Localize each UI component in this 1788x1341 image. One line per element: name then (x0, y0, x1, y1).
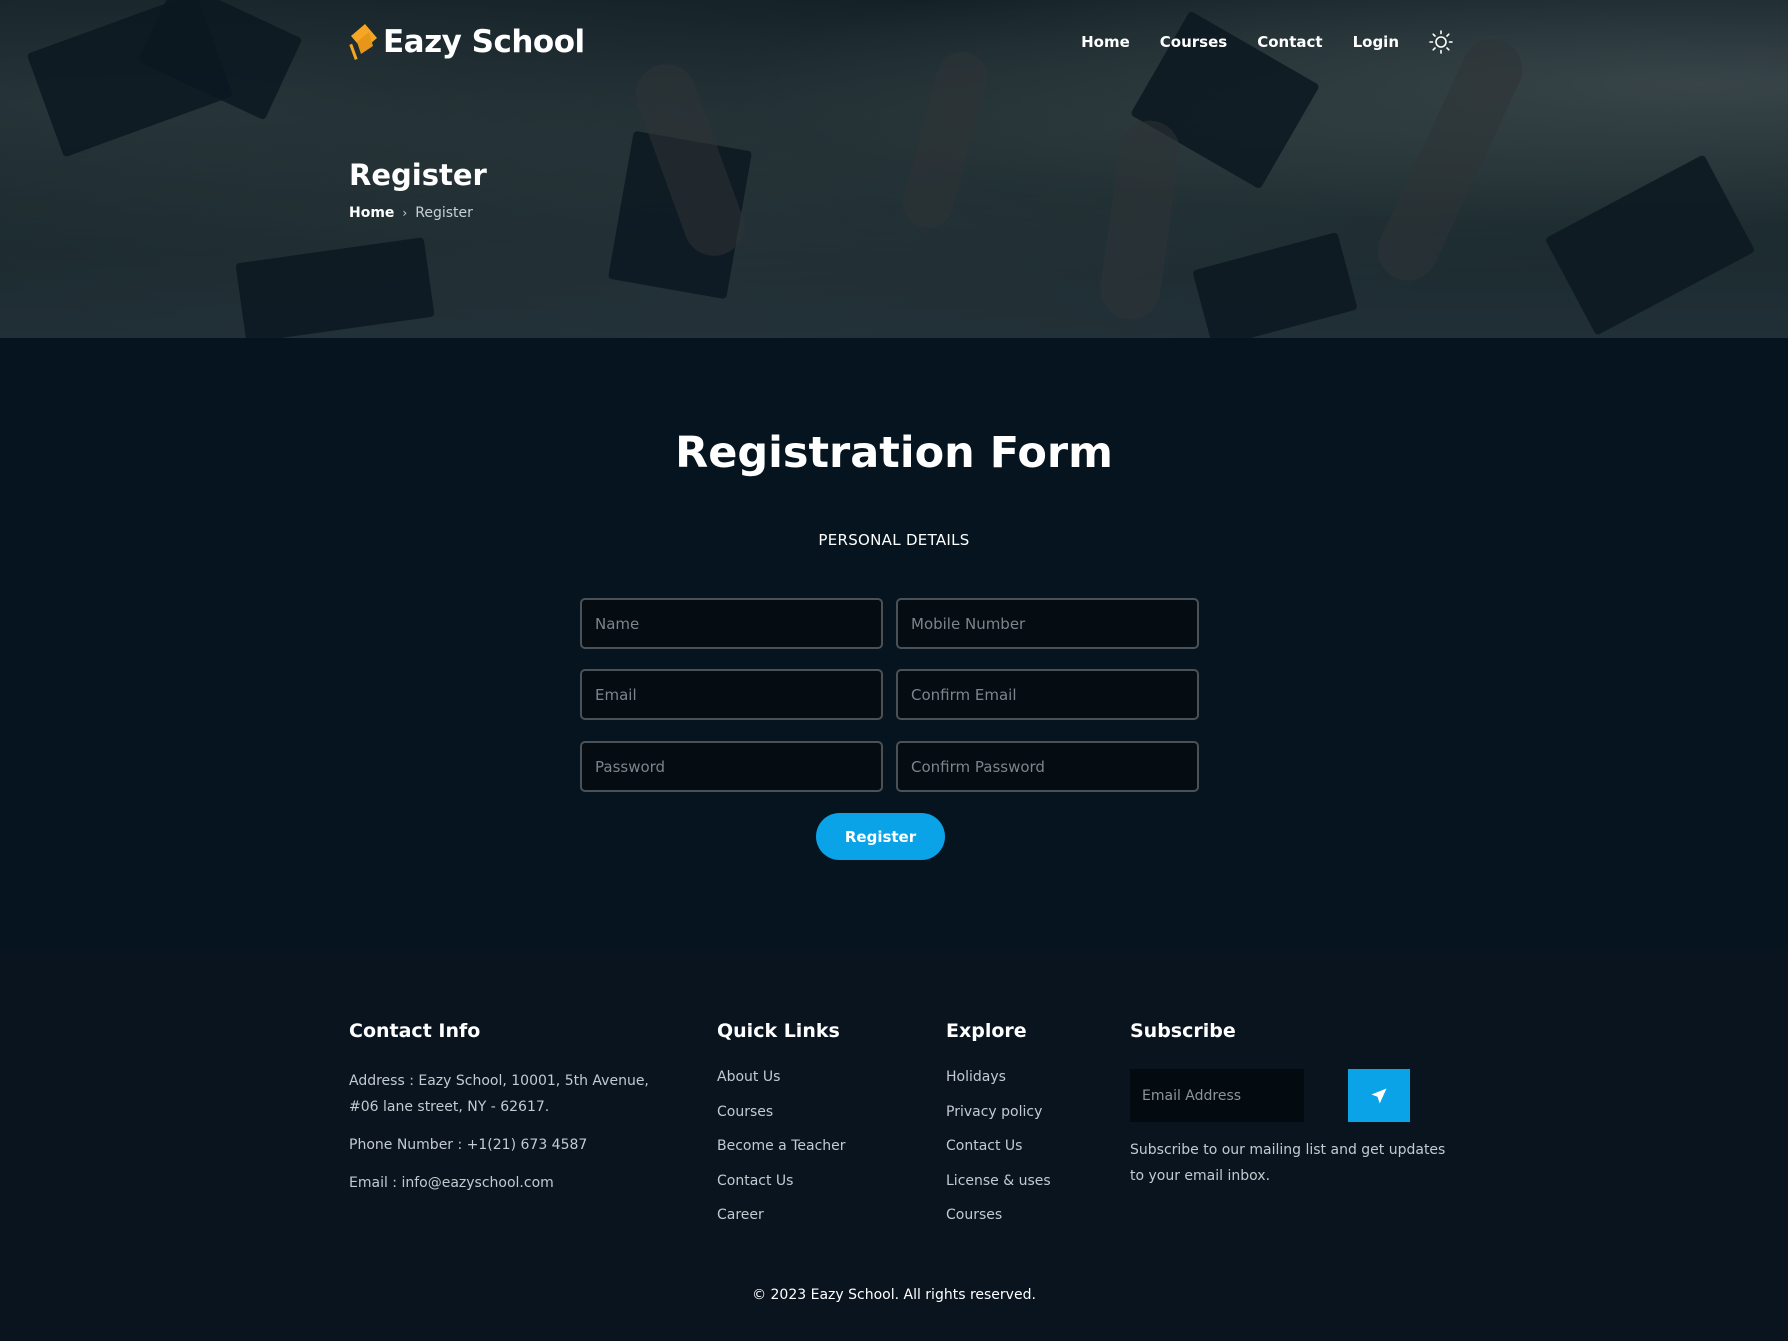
hero-banner: Eazy School Home Courses Contact Login R… (0, 0, 1788, 338)
paper-plane-icon (1371, 1088, 1387, 1103)
nav-home-link[interactable]: Home (1081, 33, 1130, 51)
subscribe-description: Subscribe to our mailing list and get up… (1130, 1142, 1446, 1184)
quick-links-heading: Quick Links (717, 1020, 840, 1042)
subscribe-button[interactable] (1348, 1069, 1410, 1122)
chevron-right-icon: › (402, 206, 408, 220)
nav-courses-link[interactable]: Courses (1160, 33, 1227, 51)
explore-link-holidays[interactable]: Holidays (946, 1069, 1006, 1085)
password-field[interactable] (580, 741, 883, 792)
mobile-number-field[interactable] (896, 598, 1199, 649)
form-title: Registration Form (675, 428, 1113, 478)
hero-overlay (0, 0, 1788, 338)
brand-name: Eazy School (383, 24, 585, 60)
register-button[interactable]: Register (816, 813, 945, 860)
breadcrumb-home-link[interactable]: Home (349, 205, 394, 221)
subscribe-heading: Subscribe (1130, 1020, 1236, 1042)
brand-logo-link[interactable]: Eazy School (349, 14, 585, 70)
contact-phone: Phone Number : +1(21) 673 4587 (349, 1137, 588, 1153)
section-label: PERSONAL DETAILS (818, 531, 970, 549)
quick-link-courses[interactable]: Courses (717, 1104, 773, 1120)
explore-link-contact-us[interactable]: Contact Us (946, 1138, 1022, 1154)
explore-link-license[interactable]: License & uses (946, 1173, 1051, 1189)
registration-section: Registration Form PERSONAL DETAILS Regis… (0, 338, 1788, 948)
sun-icon[interactable] (1429, 30, 1453, 54)
breadcrumb-current: Register (415, 205, 473, 221)
copyright: © 2023 Eazy School. All rights reserved. (752, 1287, 1036, 1303)
explore-list: Holidays Privacy policy Contact Us Licen… (946, 1066, 1051, 1239)
graduation-cap-icon (349, 24, 377, 60)
page-title: Register (349, 158, 487, 192)
contact-email: Email : info@eazyschool.com (349, 1175, 554, 1191)
confirm-password-field[interactable] (896, 741, 1199, 792)
main-nav: Home Courses Contact Login (1081, 30, 1453, 54)
name-field[interactable] (580, 598, 883, 649)
email-field[interactable] (580, 669, 883, 720)
footer: Contact Info Address : Eazy School, 1000… (0, 948, 1788, 1341)
quick-link-about-us[interactable]: About Us (717, 1069, 780, 1085)
explore-heading: Explore (946, 1020, 1027, 1042)
quick-link-contact-us[interactable]: Contact Us (717, 1173, 793, 1189)
breadcrumb: Home › Register (349, 205, 473, 221)
quick-link-become-teacher[interactable]: Become a Teacher (717, 1138, 846, 1154)
nav-login-link[interactable]: Login (1353, 33, 1399, 51)
confirm-email-field[interactable] (896, 669, 1199, 720)
contact-info-heading: Contact Info (349, 1020, 481, 1042)
contact-address: Address : Eazy School, 10001, 5th Avenue… (349, 1073, 649, 1115)
explore-link-privacy-policy[interactable]: Privacy policy (946, 1104, 1042, 1120)
subscribe-email-input[interactable] (1130, 1069, 1304, 1122)
nav-contact-link[interactable]: Contact (1257, 33, 1322, 51)
explore-link-courses[interactable]: Courses (946, 1207, 1002, 1223)
quick-link-career[interactable]: Career (717, 1207, 764, 1223)
quick-links-list: About Us Courses Become a Teacher Contac… (717, 1066, 846, 1239)
